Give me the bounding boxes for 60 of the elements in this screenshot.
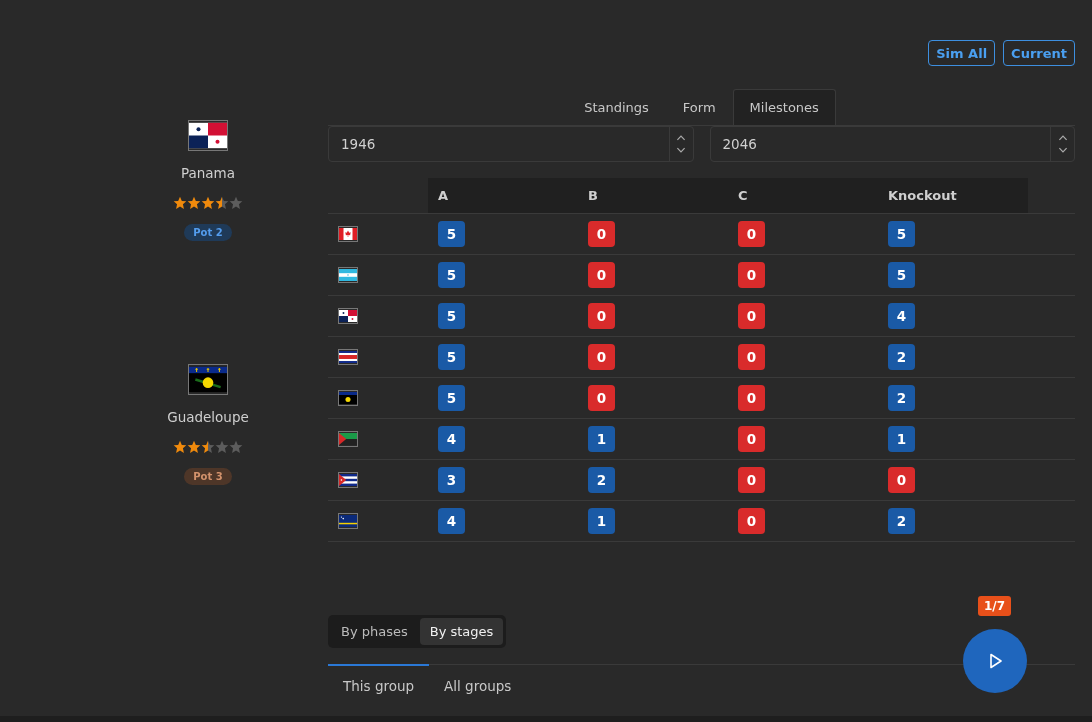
count-badge: 5 bbox=[438, 344, 465, 370]
toggle-option[interactable]: By phases bbox=[331, 618, 418, 645]
tab[interactable]: Standings bbox=[567, 89, 666, 125]
tab[interactable]: All groups bbox=[429, 664, 527, 696]
count-badge: 0 bbox=[738, 262, 765, 288]
count-badge: 2 bbox=[888, 344, 915, 370]
pot-badge: Pot 3 bbox=[184, 468, 232, 485]
count-badge: 2 bbox=[888, 385, 915, 411]
count-badge: 0 bbox=[738, 303, 765, 329]
count-badge: 5 bbox=[438, 262, 465, 288]
count-badge: 0 bbox=[588, 262, 615, 288]
count-badge: 0 bbox=[738, 508, 765, 534]
count-badge: 2 bbox=[588, 467, 615, 493]
pot-badge: Pot 2 bbox=[184, 224, 232, 241]
flag-icon bbox=[188, 120, 228, 151]
count-badge: 5 bbox=[888, 262, 915, 288]
team-name: Guadeloupe bbox=[167, 409, 249, 425]
tab[interactable]: Form bbox=[665, 89, 733, 125]
count-badge: 1 bbox=[888, 426, 915, 452]
count-badge: 5 bbox=[438, 303, 465, 329]
toggle-option[interactable]: By stages bbox=[419, 618, 504, 645]
count-badge: 0 bbox=[888, 467, 915, 493]
column-header: Knockout bbox=[887, 187, 958, 205]
flag-icon bbox=[338, 513, 358, 529]
flag-icon bbox=[338, 349, 358, 365]
tab[interactable]: This group bbox=[328, 664, 430, 696]
count-badge: 5 bbox=[888, 221, 915, 247]
flag-icon bbox=[338, 226, 358, 242]
count-badge: 5 bbox=[438, 221, 465, 247]
counter-badge: 1/7 bbox=[978, 596, 1012, 616]
count-badge: 0 bbox=[738, 221, 765, 247]
flag-icon bbox=[338, 472, 358, 488]
team-name: Panama bbox=[180, 165, 236, 181]
count-badge: 1 bbox=[588, 426, 615, 452]
flag-icon bbox=[338, 267, 358, 283]
count-badge: 0 bbox=[738, 344, 765, 370]
count-badge: 2 bbox=[888, 508, 915, 534]
count-badge: 0 bbox=[588, 385, 615, 411]
count-badge: 3 bbox=[438, 467, 465, 493]
count-badge: 0 bbox=[588, 303, 615, 329]
flag-icon bbox=[338, 308, 358, 324]
count-badge: 0 bbox=[588, 344, 615, 370]
count-badge: 4 bbox=[438, 508, 465, 534]
column-header: C bbox=[737, 187, 749, 205]
flag-icon bbox=[338, 431, 358, 447]
current-button[interactable]: Current bbox=[1003, 40, 1075, 66]
count-badge: 0 bbox=[588, 221, 615, 247]
flag-icon bbox=[338, 390, 358, 406]
sim-all-button[interactable]: Sim All bbox=[928, 40, 996, 66]
count-badge: 0 bbox=[738, 467, 765, 493]
count-badge: 4 bbox=[438, 426, 465, 452]
column-header: A bbox=[437, 187, 450, 205]
count-badge: 4 bbox=[888, 303, 915, 329]
count-badge: 0 bbox=[738, 385, 765, 411]
column-header: B bbox=[587, 187, 599, 205]
flag-icon bbox=[188, 364, 228, 395]
count-badge: 0 bbox=[738, 426, 765, 452]
count-badge: 1 bbox=[588, 508, 615, 534]
tab[interactable]: Milestones bbox=[732, 89, 836, 125]
count-badge: 5 bbox=[438, 385, 465, 411]
